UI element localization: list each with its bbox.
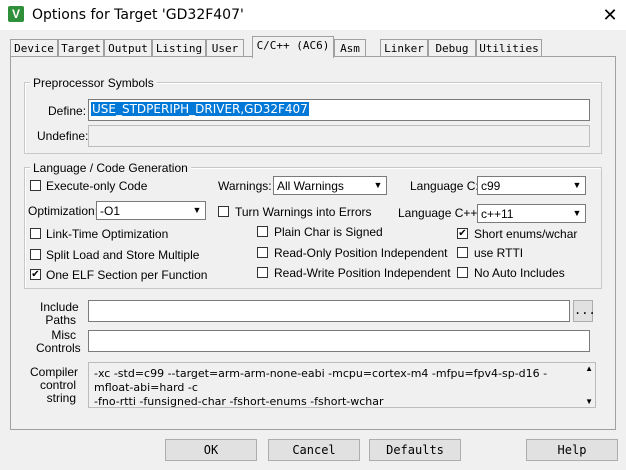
preprocessor-group-title: Preprocessor Symbols bbox=[30, 76, 157, 90]
ro-pi-checkbox[interactable] bbox=[257, 247, 268, 258]
warnings-select[interactable]: All Warnings ▼ bbox=[273, 176, 387, 195]
tab-target[interactable]: Target bbox=[58, 39, 104, 57]
split-load-label: Split Load and Store Multiple bbox=[46, 248, 200, 262]
cancel-button[interactable]: Cancel bbox=[268, 439, 360, 461]
execute-only-label: Execute-only Code bbox=[46, 179, 148, 193]
chevron-down-icon: ▼ bbox=[569, 177, 585, 194]
short-enums-label: Short enums/wchar bbox=[474, 227, 578, 241]
link-time-label: Link-Time Optimization bbox=[46, 227, 169, 241]
chevron-down-icon: ▼ bbox=[370, 177, 386, 194]
language-cpp-select[interactable]: c++11 ▼ bbox=[477, 204, 586, 223]
define-label: Define: bbox=[48, 104, 87, 118]
tab-asm[interactable]: Asm bbox=[334, 39, 366, 57]
tab-utilities[interactable]: Utilities bbox=[476, 39, 542, 57]
check-icon: ✔ bbox=[31, 269, 40, 280]
warnings-errors-checkbox[interactable] bbox=[218, 206, 229, 217]
use-rtti-checkbox[interactable] bbox=[457, 247, 468, 258]
define-value: USE_STDPERIPH_DRIVER,GD32F407 bbox=[91, 102, 309, 116]
tab-output[interactable]: Output bbox=[104, 39, 152, 57]
use-rtti-label: use RTTI bbox=[474, 246, 524, 260]
compiler-label-1: Compiler bbox=[30, 365, 79, 379]
language-cpp-label: Language C++: bbox=[398, 206, 481, 220]
language-c-label: Language C: bbox=[410, 179, 479, 193]
define-field[interactable]: USE_STDPERIPH_DRIVER,GD32F407 bbox=[88, 99, 590, 121]
link-time-checkbox[interactable] bbox=[30, 228, 41, 239]
plain-char-label: Plain Char is Signed bbox=[274, 225, 383, 239]
warnings-value: All Warnings bbox=[277, 179, 344, 193]
tab-debug[interactable]: Debug bbox=[428, 39, 476, 57]
no-auto-includes-checkbox[interactable] bbox=[457, 267, 468, 278]
execute-only-checkbox[interactable] bbox=[30, 180, 41, 191]
rw-pi-label: Read-Write Position Independent bbox=[274, 266, 451, 280]
plain-char-checkbox[interactable] bbox=[257, 226, 268, 237]
optimization-label: Optimization: bbox=[28, 204, 99, 218]
compiler-control-string[interactable]: -xc -std=c99 --target=arm-arm-none-eabi … bbox=[88, 362, 596, 408]
language-group-title: Language / Code Generation bbox=[30, 161, 191, 175]
tab-listing[interactable]: Listing bbox=[152, 39, 206, 57]
one-elf-checkbox[interactable]: ✔ bbox=[30, 269, 41, 280]
browse-include-button[interactable]: ... bbox=[573, 300, 596, 322]
warnings-label: Warnings: bbox=[218, 179, 272, 193]
short-enums-checkbox[interactable]: ✔ bbox=[457, 228, 468, 239]
help-button[interactable]: Help bbox=[526, 439, 618, 461]
undefine-field[interactable] bbox=[88, 125, 590, 147]
check-icon: ✔ bbox=[458, 228, 467, 239]
no-auto-includes-label: No Auto Includes bbox=[474, 266, 565, 280]
include-label-1: Include bbox=[40, 300, 79, 314]
misc-controls-field[interactable] bbox=[88, 330, 590, 352]
chevron-down-icon: ▼ bbox=[189, 202, 205, 219]
split-load-checkbox[interactable] bbox=[30, 249, 41, 260]
language-c-select[interactable]: c99 ▼ bbox=[477, 176, 586, 195]
compiler-control-value: -xc -std=c99 --target=arm-arm-none-eabi … bbox=[94, 367, 548, 408]
include-paths-field[interactable] bbox=[88, 300, 570, 322]
tab-device[interactable]: Device bbox=[10, 39, 58, 57]
tab-c-cpp[interactable]: C/C++ (AC6) bbox=[252, 36, 334, 58]
ro-pi-label: Read-Only Position Independent bbox=[274, 246, 448, 260]
close-icon[interactable]: ✕ bbox=[596, 2, 624, 28]
compiler-label-2: control bbox=[39, 378, 76, 392]
defaults-button[interactable]: Defaults bbox=[369, 439, 461, 461]
ok-button[interactable]: OK bbox=[165, 439, 257, 461]
one-elf-label: One ELF Section per Function bbox=[46, 268, 208, 282]
warnings-errors-label: Turn Warnings into Errors bbox=[235, 205, 372, 219]
misc-label-2: Controls bbox=[36, 341, 81, 355]
include-label-2: Paths bbox=[45, 313, 76, 327]
undefine-label: Undefine: bbox=[37, 129, 89, 143]
tab-user[interactable]: User bbox=[206, 39, 244, 57]
window-title: Options for Target 'GD32F407' bbox=[32, 7, 244, 23]
misc-label-1: Misc bbox=[51, 328, 76, 342]
scroll-up-icon[interactable]: ▲ bbox=[585, 364, 593, 373]
optimization-value: -O1 bbox=[100, 204, 121, 218]
chevron-down-icon: ▼ bbox=[569, 205, 585, 222]
optimization-select[interactable]: -O1 ▼ bbox=[96, 201, 206, 220]
tab-linker[interactable]: Linker bbox=[380, 39, 428, 57]
language-cpp-value: c++11 bbox=[481, 207, 514, 221]
language-c-value: c99 bbox=[481, 179, 501, 193]
rw-pi-checkbox[interactable] bbox=[257, 267, 268, 278]
scroll-down-icon[interactable]: ▼ bbox=[585, 397, 593, 406]
app-icon: V bbox=[8, 6, 24, 22]
compiler-label-3: string bbox=[46, 391, 76, 405]
